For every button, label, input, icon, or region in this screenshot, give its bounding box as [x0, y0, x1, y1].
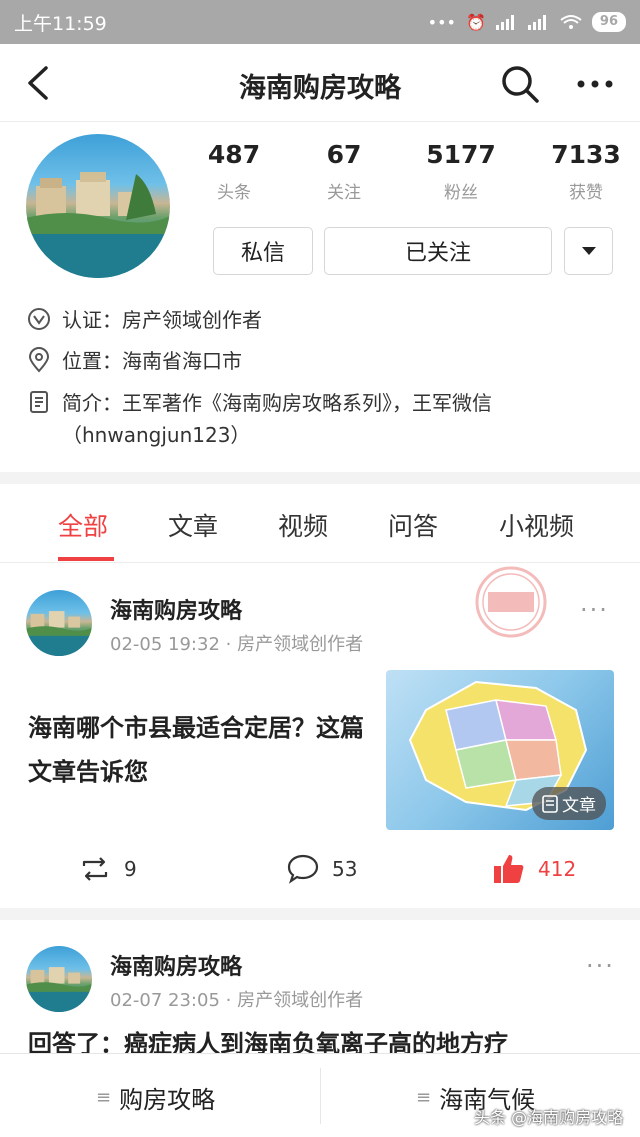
post-author[interactable]: 海南购房攻略: [110, 593, 242, 625]
status-time: 上午11:59: [14, 12, 107, 35]
comment-button[interactable]: 53: [286, 852, 357, 886]
repost-icon: [82, 857, 108, 881]
post-meta-2: 02-07 23:05 · 房产领域创作者: [110, 990, 364, 1011]
signal-icon: [495, 15, 514, 30]
location-icon: [28, 347, 50, 373]
signal-icon-2: [527, 15, 546, 30]
stat-likes[interactable]: 7133 获赞: [531, 138, 640, 203]
intro-row: 简介：王军著作《海南购房攻略系列》，王军微信（hnwangjun123）: [26, 387, 622, 451]
thumbs-up-icon: [494, 855, 524, 883]
like-button[interactable]: 412: [492, 852, 576, 886]
stat-headlines[interactable]: 487 头条: [179, 138, 289, 203]
location-row: 位置：海南省海口市: [26, 345, 622, 377]
comment-icon: [287, 854, 319, 884]
repost-button[interactable]: 9: [78, 852, 137, 886]
menu-icon: ≡: [416, 1087, 432, 1108]
post-thumbnail[interactable]: 文章: [386, 670, 614, 830]
tab-videos[interactable]: 视频: [278, 507, 328, 543]
followed-button[interactable]: 已关注: [324, 227, 552, 275]
verified-icon: [28, 308, 50, 330]
document-icon: [30, 391, 48, 413]
tab-qa[interactable]: 问答: [388, 507, 438, 543]
article-tag: 文章: [532, 787, 606, 820]
tab-articles[interactable]: 文章: [168, 507, 218, 543]
nav-bar: 海南购房攻略: [0, 44, 640, 122]
avatar[interactable]: [26, 134, 170, 278]
page-title: 海南购房攻略: [239, 73, 401, 104]
active-tab-indicator: [58, 557, 114, 561]
stat-fans[interactable]: 5177 粉丝: [406, 138, 516, 203]
article-icon: [542, 794, 558, 813]
battery-icon: 96: [591, 12, 626, 32]
post-meta: 02-05 19:32 · 房产领域创作者: [110, 634, 364, 655]
wifi-icon: [560, 15, 582, 29]
cert-row: 认证：房产领域创作者: [26, 304, 622, 336]
more-icon[interactable]: [572, 62, 618, 106]
more-notifications-icon: •••: [427, 12, 456, 32]
tab-all[interactable]: 全部: [58, 507, 108, 543]
post-more-icon-2[interactable]: ···: [586, 952, 615, 980]
post-avatar-2[interactable]: [26, 946, 92, 1012]
bottom-divider: [320, 1068, 321, 1124]
post-more-icon[interactable]: ···: [580, 596, 609, 624]
bottom-menu-purchase-guide[interactable]: ≡ 购房攻略: [96, 1080, 215, 1115]
watermark: 头条 @海南购房攻略: [474, 1108, 624, 1127]
search-icon[interactable]: [498, 62, 542, 106]
tab-bar: 全部 文章 视频 问答 小视频: [0, 485, 640, 563]
post-author-2[interactable]: 海南购房攻略: [110, 949, 242, 981]
alarm-icon: ⏰: [465, 12, 486, 32]
message-button[interactable]: 私信: [213, 227, 313, 275]
post-avatar[interactable]: [26, 590, 92, 656]
menu-icon: ≡: [96, 1087, 112, 1108]
tab-short-videos[interactable]: 小视频: [499, 507, 574, 543]
avatar-image: [26, 172, 170, 278]
profile-page: 上午11:59 ••• ⏰ 96 海南购房攻略 487 头条 67 关注 517…: [0, 0, 640, 1137]
caret-down-icon: [581, 247, 596, 255]
section-divider: [0, 472, 640, 484]
stat-following[interactable]: 67 关注: [289, 138, 399, 203]
status-bar: 上午11:59 ••• ⏰ 96: [0, 0, 640, 44]
pinned-stamp-icon: [475, 566, 547, 638]
post-divider: [0, 908, 640, 920]
post-title[interactable]: 海南哪个市县最适合定居？这篇文章告诉您: [28, 706, 368, 794]
dropdown-button[interactable]: [564, 227, 613, 275]
